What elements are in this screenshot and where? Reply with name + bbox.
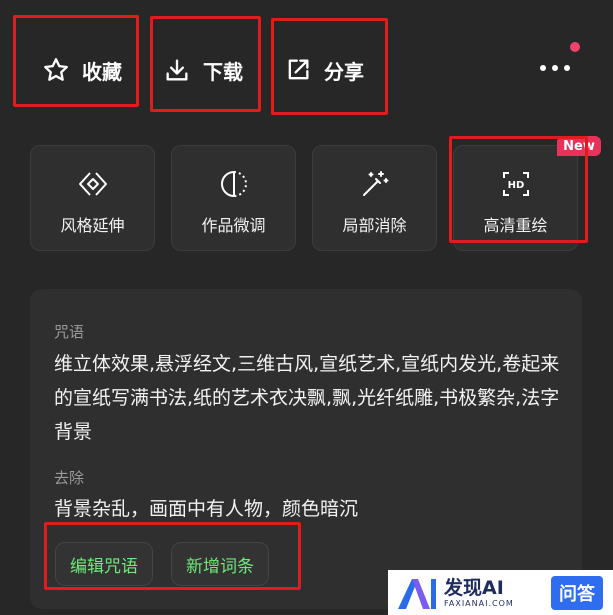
magic-wand-icon	[362, 171, 388, 196]
highlight-box	[271, 18, 388, 115]
more-options-icon[interactable]	[540, 58, 570, 78]
watermark-qa: 问答	[551, 575, 603, 610]
tool-partial-erase[interactable]: 局部消除	[312, 145, 437, 251]
highlight-box	[44, 522, 301, 590]
notification-dot	[570, 42, 580, 52]
highlight-box	[449, 136, 588, 243]
tool-label: 风格延伸	[60, 216, 125, 235]
watermark-sub: FAXIANAI.COM	[444, 599, 514, 608]
tool-style-extend[interactable]: 风格延伸	[30, 145, 155, 251]
tool-label: 局部消除	[342, 216, 407, 235]
prompt-label: 咒语	[54, 323, 85, 341]
watermark-logo: 发现AI FAXIANAI.COM 问答	[388, 570, 613, 615]
highlight-box	[13, 15, 139, 107]
ai-logo-icon	[398, 578, 436, 609]
highlight-box	[150, 16, 261, 112]
watermark-brand: 发现AI	[444, 577, 504, 599]
tool-fine-tune[interactable]: 作品微调	[171, 145, 296, 251]
prompt-text: 维立体效果,悬浮经文,三维古风,宣纸艺术,宣纸内发光,卷起来的宣纸写满书法,纸的…	[54, 353, 560, 443]
negative-text: 背景杂乱，画面中有人物，颜色暗沉	[54, 498, 359, 520]
half-circle-icon	[220, 170, 247, 198]
tool-label: 作品微调	[201, 216, 266, 235]
diamond-icon	[78, 172, 107, 196]
negative-label: 去除	[54, 469, 85, 487]
